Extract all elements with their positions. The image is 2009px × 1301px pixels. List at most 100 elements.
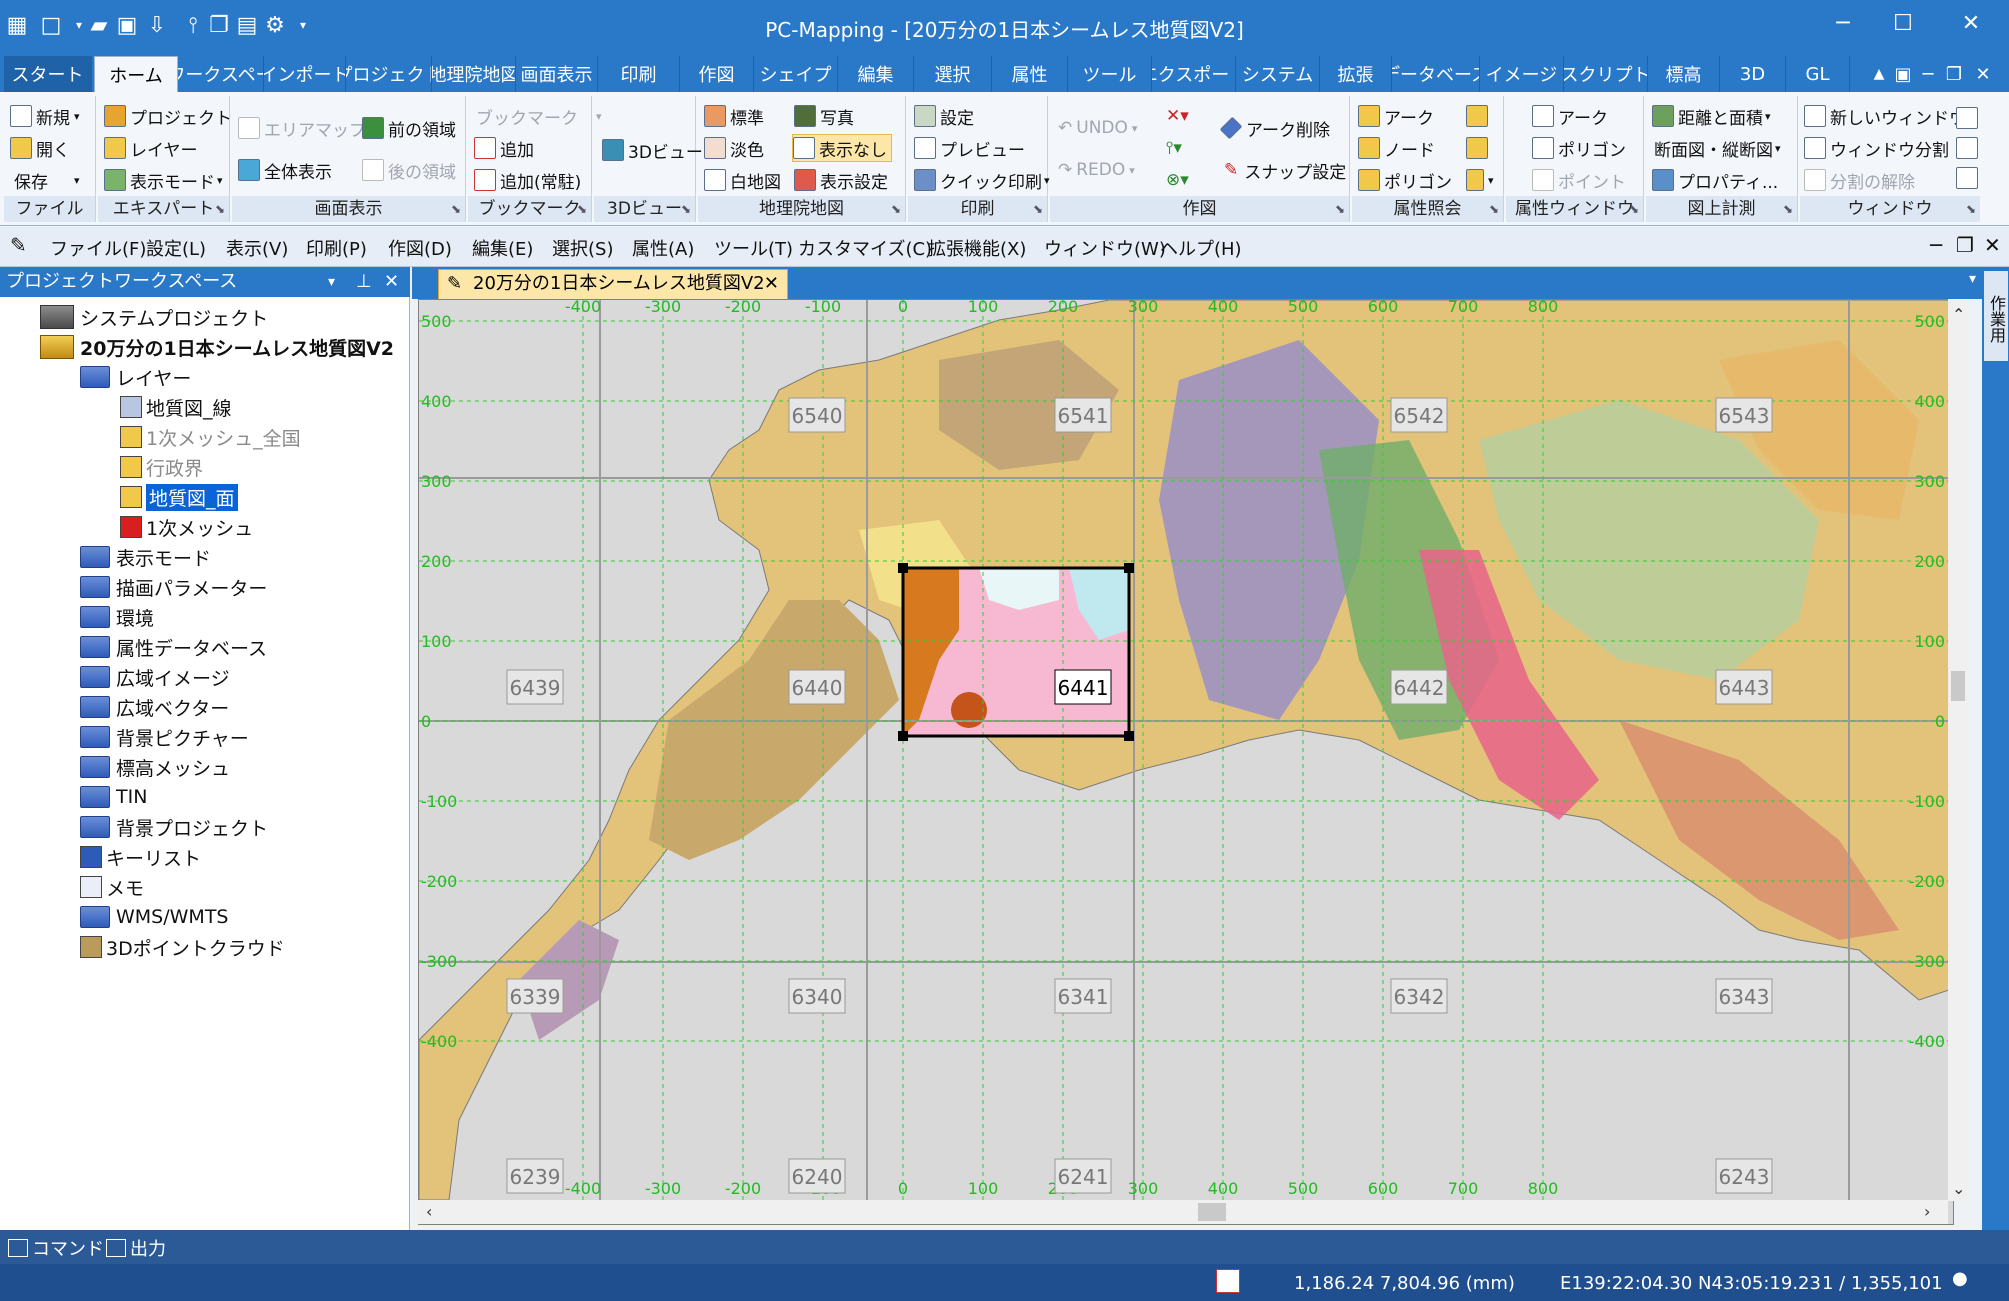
- open-button[interactable]: 開く: [10, 134, 70, 162]
- tab-select[interactable]: 選択: [914, 56, 992, 92]
- measure-properties-button[interactable]: プロパティ...: [1652, 166, 1778, 194]
- tree-item[interactable]: 3Dポイントクラウド: [80, 933, 285, 961]
- tab-draw[interactable]: 作図: [680, 56, 754, 92]
- gsi-photo-button[interactable]: 写真: [794, 102, 854, 130]
- document-tab[interactable]: ✎ 20万分の1日本シームレス地質図V2 ✕: [438, 269, 788, 299]
- menu-customize[interactable]: カスタマイズ(C): [798, 235, 932, 261]
- gsi-settings-button[interactable]: 表示設定: [794, 166, 888, 194]
- add-resident-bookmark-button[interactable]: 追加(常駐): [474, 166, 581, 194]
- selection-handle[interactable]: [898, 563, 908, 573]
- tree-item[interactable]: WMS/WMTS: [80, 903, 229, 931]
- cascade-icon[interactable]: [1956, 104, 1982, 132]
- help-icon[interactable]: ▣: [1890, 56, 1916, 92]
- tab-workspace[interactable]: ワークスペー: [178, 56, 264, 92]
- panel-menu-icon[interactable]: ▾: [328, 267, 335, 297]
- scroll-right-icon[interactable]: ›: [1924, 1202, 1930, 1221]
- output-tab[interactable]: 出力: [106, 1235, 166, 1261]
- bookmark-dropdown[interactable]: ブックマーク ▾: [476, 102, 602, 130]
- minimize-button[interactable]: ─: [1812, 0, 1874, 46]
- selection-handle[interactable]: [898, 731, 908, 741]
- collapse-ribbon-icon[interactable]: ▲: [1868, 56, 1890, 92]
- tile-vertical-icon[interactable]: [1956, 164, 1982, 192]
- tab-shape[interactable]: シェイプ: [754, 56, 838, 92]
- tree-item[interactable]: 20万分の1日本シームレス地質図V2: [40, 333, 394, 361]
- tab-print[interactable]: 印刷: [598, 56, 680, 92]
- tree-item[interactable]: 描画パラメーター: [80, 573, 267, 601]
- full-view-button[interactable]: 全体表示: [238, 156, 332, 184]
- dialog-launcher-icon[interactable]: ⬊: [577, 202, 587, 216]
- tree-item[interactable]: 地質図_線: [120, 393, 232, 421]
- tab-script[interactable]: スクリプト: [1564, 56, 1648, 92]
- print-preview-button[interactable]: プレビュー: [914, 134, 1025, 162]
- snap-tool-icon[interactable]: ⊗▾: [1166, 166, 1189, 194]
- tab-start[interactable]: スタート: [4, 56, 92, 92]
- menu-edit[interactable]: 編集(E): [472, 235, 533, 261]
- dialog-launcher-icon[interactable]: ⬊: [1033, 202, 1043, 216]
- tree-item[interactable]: 背景ピクチャー: [80, 723, 249, 751]
- distance-area-button[interactable]: 距離と面積 ▾: [1652, 102, 1771, 130]
- vertical-scrollbar[interactable]: ⌃ ⌄: [1948, 299, 1968, 1201]
- dialog-launcher-icon[interactable]: ⬊: [891, 202, 901, 216]
- tab-gsi-map[interactable]: 地理院地図: [432, 56, 516, 92]
- quick-print-button[interactable]: クイック印刷 ▾: [914, 166, 1050, 194]
- tree-item[interactable]: キーリスト: [80, 843, 201, 871]
- split-window-button[interactable]: ウィンドウ分割: [1804, 134, 1949, 162]
- mdi-restore-icon[interactable]: ❐: [1956, 233, 1974, 257]
- mdi-minimize-icon[interactable]: ─: [1930, 233, 1942, 257]
- tree-item[interactable]: 属性データベース: [80, 633, 267, 661]
- layer-button[interactable]: レイヤー: [104, 134, 198, 162]
- tab-edit[interactable]: 編集: [838, 56, 914, 92]
- scroll-left-icon[interactable]: ‹: [426, 1202, 432, 1221]
- vertical-scroll-thumb[interactable]: [1951, 671, 1965, 701]
- tree-item[interactable]: 地質図_面: [120, 483, 238, 511]
- selection-handle[interactable]: [1124, 731, 1134, 741]
- tree-item[interactable]: TIN: [80, 783, 147, 811]
- query-arc-button[interactable]: アーク: [1358, 102, 1434, 130]
- tree-item[interactable]: 広域ベクター: [80, 693, 229, 721]
- menu-view[interactable]: 表示(V): [226, 235, 288, 261]
- tab-tool[interactable]: ツール: [1068, 56, 1152, 92]
- tab-gl[interactable]: GL: [1786, 56, 1850, 92]
- tree-item[interactable]: 環境: [80, 603, 154, 631]
- tree-item[interactable]: 行政界: [120, 453, 203, 481]
- tab-image[interactable]: イメージ: [1480, 56, 1564, 92]
- tree-item[interactable]: 背景プロジェクト: [80, 813, 268, 841]
- tree-item[interactable]: 標高メッシュ: [80, 753, 230, 781]
- map-view[interactable]: -400 -400 -300 -300 -200 -200 -100 -100 0 0 100 100…: [418, 299, 1954, 1225]
- query-table-icon[interactable]: [1466, 134, 1492, 162]
- query-polygon-button[interactable]: ポリゴン: [1358, 166, 1452, 194]
- tree-item[interactable]: メモ: [80, 873, 144, 901]
- tab-home[interactable]: ホーム: [94, 56, 178, 92]
- query-more-icon[interactable]: ▾: [1466, 166, 1494, 194]
- dialog-launcher-icon[interactable]: ⬊: [215, 202, 225, 216]
- mdi-close-icon[interactable]: ✕: [1984, 233, 2001, 257]
- gsi-none-button[interactable]: 表示なし: [792, 134, 892, 162]
- maximize-button[interactable]: ☐: [1872, 0, 1934, 46]
- delete-arc-button[interactable]: アーク削除: [1219, 114, 1330, 142]
- menu-extension[interactable]: 拡張機能(X): [928, 235, 1026, 261]
- tab-import[interactable]: インポート: [264, 56, 346, 92]
- dialog-launcher-icon[interactable]: ⬊: [1629, 202, 1639, 216]
- tab-elevation[interactable]: 標高: [1648, 56, 1720, 92]
- doc-minimize-icon[interactable]: ─: [1916, 56, 1940, 92]
- menu-settings[interactable]: 設定(L): [146, 235, 206, 261]
- project-button[interactable]: プロジェクト: [104, 102, 232, 130]
- query-pin-icon[interactable]: [1466, 102, 1492, 130]
- doc-restore-icon[interactable]: ❐: [1940, 56, 1968, 92]
- dialog-launcher-icon[interactable]: ⬊: [1783, 202, 1793, 216]
- document-tab-close-icon[interactable]: ✕: [764, 270, 779, 298]
- next-area-button[interactable]: 後の領域: [362, 156, 456, 184]
- node-tool-icon[interactable]: ⫯▾: [1166, 134, 1182, 162]
- undo-button[interactable]: ↶ UNDO ▾: [1058, 114, 1137, 142]
- menu-select[interactable]: 選択(S): [552, 235, 613, 261]
- query-node-button[interactable]: ノード: [1358, 134, 1435, 162]
- menu-tool[interactable]: ツール(T): [714, 235, 793, 261]
- attr-window-arc-button[interactable]: アーク: [1532, 102, 1608, 130]
- new-button[interactable]: 新規 ▾: [10, 102, 80, 130]
- gsi-standard-button[interactable]: 標準: [704, 102, 764, 130]
- menu-file[interactable]: ファイル(F): [50, 235, 146, 261]
- menu-window[interactable]: ウィンドウ(W): [1044, 235, 1166, 261]
- tab-database[interactable]: データベース: [1392, 56, 1480, 92]
- dialog-launcher-icon[interactable]: ⬊: [451, 202, 461, 216]
- tab-3d[interactable]: 3D: [1720, 56, 1786, 92]
